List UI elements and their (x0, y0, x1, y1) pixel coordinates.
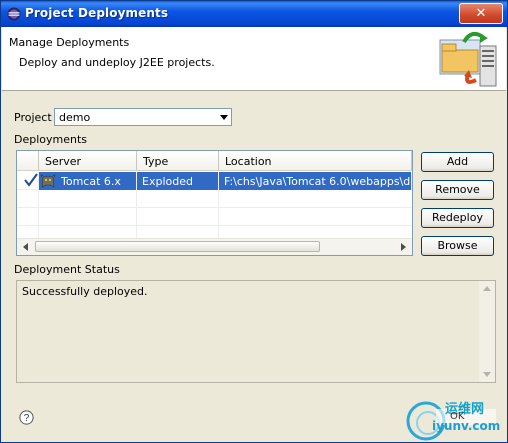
remove-button[interactable]: Remove (421, 180, 494, 200)
deployments-table[interactable]: Server Type Location Tomcat 6.x Exploded… (16, 150, 413, 256)
table-row-empty (17, 208, 412, 226)
ok-button-partial[interactable]: OK (450, 411, 464, 422)
horizontal-scrollbar[interactable] (17, 238, 412, 255)
deployments-label: Deployments (14, 133, 88, 146)
status-message: Successfully deployed. (22, 285, 148, 298)
scrollbar-thumb[interactable] (35, 241, 320, 252)
close-button[interactable]: ✕ (459, 3, 503, 24)
deployment-status-box: Successfully deployed. (16, 280, 496, 383)
project-label: Project (14, 111, 52, 124)
row-server-cell[interactable]: Tomcat 6.x (39, 172, 137, 190)
eclipse-icon (7, 7, 21, 21)
header-banner: Manage Deployments Deploy and undeploy J… (2, 27, 506, 91)
project-deployments-dialog: Project Deployments ✕ Manage Deployments… (0, 0, 508, 443)
column-header-server[interactable]: Server (39, 151, 137, 171)
banner-title: Manage Deployments (9, 36, 130, 49)
column-header-type[interactable]: Type (137, 151, 219, 171)
banner-description: Deploy and undeploy J2EE projects. (19, 56, 215, 69)
table-row[interactable]: Tomcat 6.x Exploded F:\chs\Java\Tomcat 6… (17, 172, 412, 190)
chevron-down-icon[interactable] (219, 112, 229, 122)
help-icon[interactable]: ? (19, 410, 34, 425)
redeploy-button[interactable]: Redeploy (421, 208, 494, 228)
title-bar[interactable]: Project Deployments ✕ (1, 1, 507, 27)
project-select-value: demo (59, 111, 91, 124)
add-button[interactable]: Add (421, 152, 494, 172)
column-header-location[interactable]: Location (219, 151, 412, 171)
svg-text:?: ? (24, 413, 30, 424)
scroll-down-icon[interactable] (482, 369, 492, 379)
scroll-right-icon[interactable] (397, 241, 409, 253)
watermark: 运维网 iyunv.com OK (406, 397, 506, 443)
scroll-left-icon[interactable] (20, 241, 32, 253)
project-select[interactable]: demo (54, 108, 232, 126)
row-location-cell[interactable]: F:\chs\Java\Tomcat 6.0\webapps\demo (219, 172, 412, 190)
deployment-status-label: Deployment Status (14, 263, 120, 276)
vertical-scrollbar[interactable] (479, 281, 495, 382)
browse-button[interactable]: Browse (421, 236, 494, 256)
deploy-banner-icon (439, 31, 497, 87)
tomcat-icon (40, 174, 56, 188)
column-header-check[interactable] (17, 151, 39, 171)
window-title: Project Deployments (25, 6, 169, 20)
watermark-line2: iyunv.com (432, 419, 501, 433)
checkmark-icon (24, 173, 38, 187)
row-server-text: Tomcat 6.x (61, 175, 121, 188)
scroll-up-icon[interactable] (482, 284, 492, 294)
table-row-empty (17, 190, 412, 208)
row-type-cell[interactable]: Exploded (137, 172, 219, 190)
row-check-cell[interactable] (17, 172, 39, 190)
